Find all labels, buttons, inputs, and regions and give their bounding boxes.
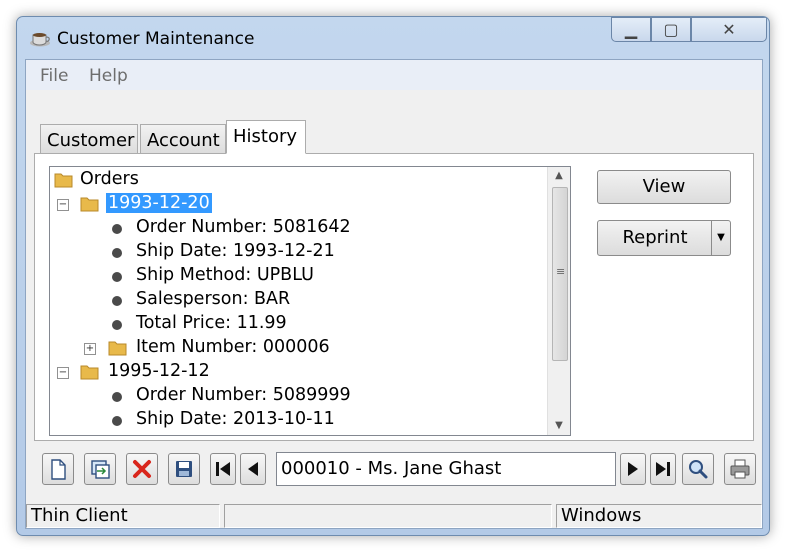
tree-node-label: Total Price: 11.99 (136, 313, 287, 333)
first-record-button[interactable] (210, 453, 236, 485)
tree-node-label: Item Number: 000006 (136, 337, 330, 357)
tree-node-label: Ship Date: 1993-12-21 (136, 241, 335, 261)
tree-node-label: 1995-12-12 (108, 361, 210, 381)
first-record-icon (216, 462, 230, 476)
maximize-button[interactable]: ▢ (651, 17, 691, 42)
new-document-icon (51, 459, 66, 480)
current-record-field[interactable]: 000010 - Ms. Jane Ghast (276, 452, 616, 486)
tree-node-label: Order Number: 5089999 (136, 385, 351, 405)
status-client-type: Thin Client (26, 504, 220, 528)
collapse-icon[interactable]: − (57, 199, 69, 211)
delete-record-button[interactable] (126, 453, 158, 485)
dropdown-arrow-icon: ▼ (717, 232, 725, 243)
bullet-icon (112, 392, 122, 402)
scroll-thumb[interactable]: ≡ (552, 187, 568, 361)
title-bar[interactable]: Customer Maintenance ▁ ▢ ✕ (17, 17, 769, 59)
tree-root-orders[interactable]: Orders (50, 169, 540, 193)
bullet-icon (112, 224, 122, 234)
tree-leaf[interactable]: Salesperson: BAR (50, 289, 540, 313)
menu-help[interactable]: Help (89, 66, 128, 86)
menu-bar: File Help (26, 60, 762, 90)
maximize-icon: ▢ (663, 20, 679, 39)
last-record-icon (656, 462, 670, 476)
folder-icon (80, 197, 99, 212)
bullet-icon (112, 320, 122, 330)
bullet-icon (112, 272, 122, 282)
copy-record-icon (91, 460, 110, 479)
collapse-icon[interactable]: − (57, 367, 69, 379)
folder-icon (54, 173, 73, 188)
tree-leaf[interactable]: Total Price: 11.99 (50, 313, 540, 337)
reprint-button[interactable]: Reprint (597, 220, 713, 256)
tree-leaf[interactable]: Order Number: 5081642 (50, 217, 540, 241)
status-platform: Windows (556, 504, 762, 528)
save-icon (176, 461, 192, 477)
tree-node-label: Salesperson: BAR (136, 289, 291, 309)
delete-icon (133, 460, 151, 478)
folder-icon (108, 341, 127, 356)
window-title: Customer Maintenance (57, 29, 255, 49)
save-record-button[interactable] (168, 453, 200, 485)
bullet-icon (112, 248, 122, 258)
close-icon: ✕ (722, 20, 736, 39)
previous-record-icon (248, 462, 258, 476)
next-record-icon (628, 462, 638, 476)
tab-history[interactable]: History (226, 120, 306, 154)
expand-icon[interactable]: + (84, 343, 96, 355)
app-icon (30, 33, 50, 47)
tree-node-item-number[interactable]: + Item Number: 000006 (50, 337, 540, 361)
tree-leaf[interactable]: Ship Date: 1993-12-21 (50, 241, 540, 265)
tree-leaf[interactable]: Order Number: 5089999 (50, 385, 540, 409)
orders-tree[interactable]: Orders − 1993-12-20 Order Number: 508164… (49, 166, 571, 436)
minimize-icon: ▁ (624, 20, 638, 39)
scroll-down-icon[interactable]: ▼ (548, 417, 570, 435)
tree-leaf[interactable]: Ship Method: UPBLU (50, 265, 540, 289)
close-button[interactable]: ✕ (691, 17, 767, 42)
previous-record-button[interactable] (240, 453, 266, 485)
view-button[interactable]: View (597, 170, 731, 204)
tree-node-label: Orders (80, 169, 139, 189)
last-record-button[interactable] (650, 453, 676, 485)
grip-icon: ≡ (556, 265, 566, 278)
scroll-up-icon[interactable]: ▲ (548, 167, 570, 185)
reprint-dropdown-button[interactable]: ▼ (711, 220, 731, 256)
new-record-button[interactable] (42, 453, 74, 485)
search-icon (689, 460, 708, 479)
status-bar: Thin Client Windows (26, 502, 762, 528)
minimize-button[interactable]: ▁ (611, 17, 651, 42)
printer-icon (730, 459, 750, 479)
tree-node-order-1993-12-20[interactable]: − 1993-12-20 (50, 193, 540, 217)
tree-node-label: Order Number: 5081642 (136, 217, 351, 237)
copy-record-button[interactable] (84, 453, 116, 485)
tree-leaf[interactable]: Ship Date: 2013-10-11 (50, 409, 540, 433)
tree-node-label: 1993-12-20 (106, 193, 212, 213)
client-area: File Help Customer Account History Order… (25, 59, 763, 529)
tree-node-label: Ship Date: 2013-10-11 (136, 409, 335, 429)
history-panel: Orders − 1993-12-20 Order Number: 508164… (34, 153, 754, 441)
status-message (224, 504, 552, 528)
menu-file[interactable]: File (40, 66, 68, 86)
bullet-icon (112, 296, 122, 306)
tree-node-order-1995-12-12[interactable]: − 1995-12-12 (50, 361, 540, 385)
next-record-button[interactable] (620, 453, 646, 485)
tab-customer[interactable]: Customer (40, 124, 138, 154)
folder-icon (80, 365, 99, 380)
tree-node-label: Ship Method: UPBLU (136, 265, 314, 285)
tree-scrollbar[interactable]: ▲ ≡ ▼ (547, 167, 570, 435)
customer-maintenance-window: Customer Maintenance ▁ ▢ ✕ File Help Cus… (16, 16, 770, 536)
search-button[interactable] (682, 453, 714, 485)
tab-account[interactable]: Account (140, 124, 226, 154)
print-button[interactable] (724, 453, 756, 485)
bullet-icon (112, 416, 122, 426)
